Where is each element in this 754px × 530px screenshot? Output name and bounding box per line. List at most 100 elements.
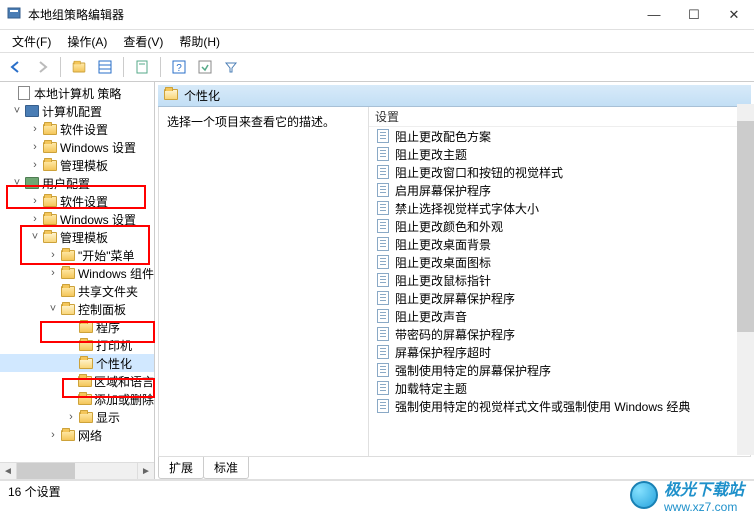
setting-label: 带密码的屏幕保护程序 — [395, 326, 515, 343]
setting-item[interactable]: 加载特定主题 — [369, 379, 750, 397]
policy-icon — [375, 309, 391, 323]
setting-item[interactable]: 阻止更改配色方案 — [369, 127, 750, 145]
up-button[interactable] — [67, 55, 91, 79]
policy-icon — [375, 237, 391, 251]
toolbar-separator — [160, 57, 161, 77]
setting-item[interactable]: 阻止更改窗口和按钮的视觉样式 — [369, 163, 750, 181]
tree-personalization[interactable]: 个性化 — [0, 354, 154, 372]
setting-item[interactable]: 禁止选择视觉样式字体大小 — [369, 199, 750, 217]
tree-programs[interactable]: 程序 — [0, 318, 154, 336]
menu-file[interactable]: 文件(F) — [4, 31, 59, 52]
policy-icon — [375, 255, 391, 269]
help-button[interactable]: ? — [167, 55, 191, 79]
menu-action[interactable]: 操作(A) — [59, 31, 115, 52]
setting-item[interactable]: 带密码的屏幕保护程序 — [369, 325, 750, 343]
tree-label: 共享文件夹 — [76, 283, 138, 300]
breadcrumb-text: 个性化 — [184, 87, 220, 104]
properties-button[interactable] — [130, 55, 154, 79]
policy-icon — [375, 147, 391, 161]
setting-item[interactable]: 阻止更改声音 — [369, 307, 750, 325]
setting-item[interactable]: 阻止更改鼠标指针 — [369, 271, 750, 289]
policy-icon — [375, 363, 391, 377]
setting-item[interactable]: 强制使用特定的屏幕保护程序 — [369, 361, 750, 379]
policy-icon — [375, 273, 391, 287]
tree-label: 管理模板 — [58, 157, 108, 174]
tree-label: 本地计算机 策略 — [32, 85, 121, 102]
app-icon — [6, 5, 22, 24]
tree-hscrollbar[interactable]: ◄ ► — [0, 462, 154, 479]
setting-item[interactable]: 阻止更改桌面背景 — [369, 235, 750, 253]
tree-computer-config[interactable]: ˅计算机配置 — [0, 102, 154, 120]
tree-uc-software[interactable]: ›软件设置 — [0, 192, 154, 210]
tree-display[interactable]: ›显示 — [0, 408, 154, 426]
tree-windows-comp[interactable]: ›Windows 组件 — [0, 264, 154, 282]
tree-label: 软件设置 — [58, 193, 108, 210]
policy-icon — [375, 345, 391, 359]
tree-network[interactable]: ›网络 — [0, 426, 154, 444]
tree-shared-folders[interactable]: 共享文件夹 — [0, 282, 154, 300]
watermark-url: www.xz7.com — [664, 500, 744, 514]
tree-control-panel[interactable]: ˅控制面板 — [0, 300, 154, 318]
tree-label: 网络 — [76, 427, 102, 444]
tree-label: 软件设置 — [58, 121, 108, 138]
policy-icon — [375, 327, 391, 341]
content-panel: 个性化 选择一个项目来查看它的描述。 设置 阻止更改配色方案阻止更改主题阻止更改… — [155, 82, 754, 479]
setting-label: 屏幕保护程序超时 — [395, 344, 491, 361]
back-button[interactable] — [4, 55, 28, 79]
tree-add-remove[interactable]: 添加或删除 — [0, 390, 154, 408]
tree-printers[interactable]: 打印机 — [0, 336, 154, 354]
setting-item[interactable]: 阻止更改主题 — [369, 145, 750, 163]
tree-region-lang[interactable]: 区域和语言 — [0, 372, 154, 390]
tree-user-config[interactable]: ˅用户配置 — [0, 174, 154, 192]
policy-icon — [375, 165, 391, 179]
watermark-icon — [630, 481, 658, 509]
maximize-button[interactable]: ☐ — [674, 0, 714, 30]
policy-icon — [375, 129, 391, 143]
tab-standard[interactable]: 标准 — [203, 457, 249, 479]
toolbar-separator — [60, 57, 61, 77]
tree-start-menu[interactable]: ›"开始"菜单 — [0, 246, 154, 264]
tree-uc-admin[interactable]: ˅管理模板 — [0, 228, 154, 246]
list-view-button[interactable] — [93, 55, 117, 79]
scroll-right-icon[interactable]: ► — [137, 463, 154, 479]
tree-cc-admin[interactable]: ›管理模板 — [0, 156, 154, 174]
minimize-button[interactable]: — — [634, 0, 674, 30]
setting-item[interactable]: 阻止更改桌面图标 — [369, 253, 750, 271]
tree-label: Windows 设置 — [58, 211, 136, 228]
setting-label: 阻止更改屏幕保护程序 — [395, 290, 515, 307]
menu-help[interactable]: 帮助(H) — [171, 31, 228, 52]
setting-label: 加载特定主题 — [395, 380, 467, 397]
close-button[interactable]: ✕ — [714, 0, 754, 30]
description-pane: 选择一个项目来查看它的描述。 — [159, 107, 369, 456]
setting-item[interactable]: 屏幕保护程序超时 — [369, 343, 750, 361]
tree-label: 添加或删除 — [92, 391, 154, 408]
tree-panel: 本地计算机 策略 ˅计算机配置 ›软件设置 ›Windows 设置 ›管理模板 … — [0, 82, 155, 479]
setting-item[interactable]: 强制使用特定的视觉样式文件或强制使用 Windows 经典 — [369, 397, 750, 415]
watermark-name: 极光下载站 — [664, 482, 744, 499]
forward-button[interactable] — [30, 55, 54, 79]
settings-header[interactable]: 设置 — [369, 107, 750, 127]
setting-label: 禁止选择视觉样式字体大小 — [395, 200, 539, 217]
window-title: 本地组策略编辑器 — [28, 6, 634, 23]
setting-item[interactable]: 启用屏幕保护程序 — [369, 181, 750, 199]
tree-root[interactable]: 本地计算机 策略 — [0, 84, 154, 102]
scroll-left-icon[interactable]: ◄ — [0, 463, 17, 479]
main-area: 本地计算机 策略 ˅计算机配置 ›软件设置 ›Windows 设置 ›管理模板 … — [0, 82, 754, 480]
setting-label: 阻止更改配色方案 — [395, 128, 491, 145]
setting-item[interactable]: 阻止更改屏幕保护程序 — [369, 289, 750, 307]
tree-label: 显示 — [94, 409, 120, 426]
tab-extended[interactable]: 扩展 — [158, 457, 204, 479]
tree-cc-windows[interactable]: ›Windows 设置 — [0, 138, 154, 156]
tree-cc-software[interactable]: ›软件设置 — [0, 120, 154, 138]
description-text: 选择一个项目来查看它的描述。 — [167, 115, 335, 129]
tree-uc-windows[interactable]: ›Windows 设置 — [0, 210, 154, 228]
options-button[interactable] — [193, 55, 217, 79]
content-vscrollbar[interactable] — [737, 104, 754, 455]
toolbar-separator — [123, 57, 124, 77]
policy-icon — [375, 201, 391, 215]
setting-item[interactable]: 阻止更改颜色和外观 — [369, 217, 750, 235]
toolbar: ? — [0, 52, 754, 82]
policy-icon — [375, 291, 391, 305]
filter-button[interactable] — [219, 55, 243, 79]
menu-view[interactable]: 查看(V) — [115, 31, 171, 52]
